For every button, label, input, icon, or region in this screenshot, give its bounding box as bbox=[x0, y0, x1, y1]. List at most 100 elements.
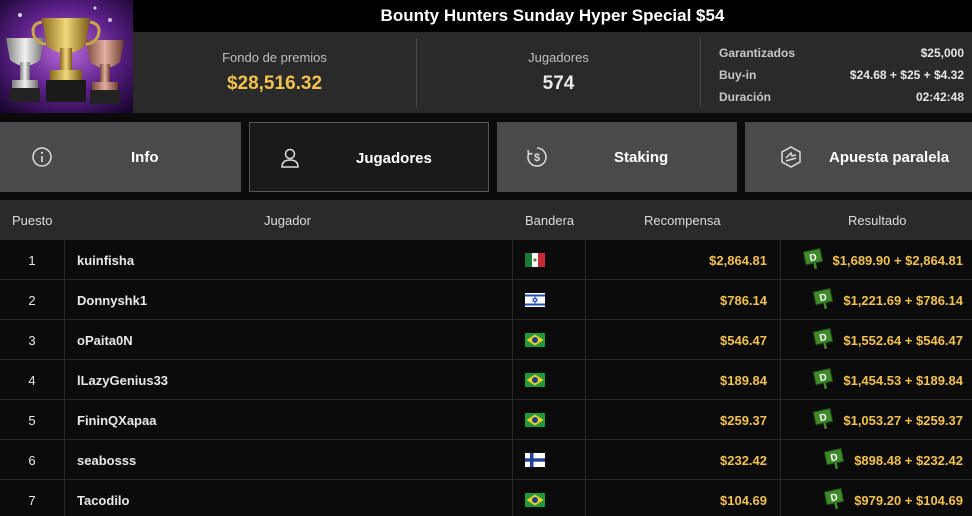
position-cell: 4 bbox=[28, 372, 36, 388]
detail-row-buyin: Buy-in $24.68 + $25 + $4.32 bbox=[719, 64, 964, 86]
tab-players[interactable]: Jugadores bbox=[249, 122, 489, 192]
result-value: $1,454.53 + $189.84 bbox=[843, 372, 963, 388]
tab-staking[interactable]: $ Staking bbox=[497, 122, 737, 192]
result-cell: D $1,454.53 + $189.84 bbox=[780, 360, 963, 400]
bounty-badge-icon: D bbox=[823, 487, 846, 513]
reward-value: $104.69 bbox=[720, 492, 767, 508]
players-value: 574 bbox=[542, 73, 575, 94]
result-cell: D $1,221.69 + $786.14 bbox=[780, 280, 963, 320]
cell-divider bbox=[64, 280, 65, 320]
tab-info[interactable]: Info bbox=[0, 122, 241, 192]
column-header-position: Puesto bbox=[12, 213, 53, 228]
cell-divider bbox=[64, 480, 65, 516]
tab-label: Apuesta paralela bbox=[829, 148, 950, 166]
brazil-flag bbox=[525, 320, 545, 360]
finland-flag bbox=[525, 440, 545, 480]
prize-pool-label: Fondo de premios bbox=[222, 50, 327, 65]
israel-flag bbox=[525, 280, 545, 320]
column-header-player: Jugador bbox=[264, 213, 311, 228]
result-value: $1,053.27 + $259.37 bbox=[843, 412, 963, 428]
bounty-badge-icon: D bbox=[813, 287, 835, 313]
cell-divider bbox=[512, 240, 513, 280]
player-name[interactable]: kuinfisha bbox=[77, 240, 134, 280]
result-cell: D $1,053.27 + $259.37 bbox=[780, 400, 963, 440]
detail-label: Buy-in bbox=[719, 68, 757, 82]
brazil-flag bbox=[525, 480, 545, 516]
position-cell: 1 bbox=[28, 252, 36, 268]
cell-divider bbox=[512, 280, 513, 320]
tournament-title: Bounty Hunters Sunday Hyper Special $54 bbox=[133, 0, 972, 32]
position-cell: 3 bbox=[28, 332, 36, 348]
table-row[interactable]: 4 lLazyGenius33 $189.84 D $1,454.53 + $1… bbox=[0, 360, 972, 400]
detail-label: Duración bbox=[719, 90, 772, 104]
column-header-reward: Recompensa bbox=[644, 213, 721, 228]
cell-divider bbox=[64, 440, 65, 480]
tab-label: Staking bbox=[614, 148, 669, 166]
cell-divider bbox=[512, 480, 513, 516]
result-value: $1,689.90 + $2,864.81 bbox=[832, 252, 963, 268]
detail-row-duration: Duración 02:42:48 bbox=[719, 86, 964, 108]
detail-row-guaranteed: Garantizados $25,000 bbox=[719, 42, 964, 64]
reward-value: $232.42 bbox=[720, 452, 767, 468]
trophies-image bbox=[0, 0, 133, 113]
table-row[interactable]: 5 FininQXapaa $259.37 D $1,053.27 + $259… bbox=[0, 400, 972, 440]
svg-text:$: $ bbox=[534, 152, 540, 164]
result-cell: D $1,689.90 + $2,864.81 bbox=[780, 240, 963, 280]
bounty-badge-icon: D bbox=[802, 247, 825, 273]
result-value: $1,552.64 + $546.47 bbox=[843, 332, 963, 348]
cell-divider bbox=[512, 400, 513, 440]
table-row[interactable]: 2 Donnyshk1 $786.14 D $1,221.69 + $786.1… bbox=[0, 280, 972, 320]
players-stat: Jugadores 574 bbox=[417, 32, 700, 113]
side-bet-icon bbox=[781, 146, 801, 168]
tab-label: Jugadores bbox=[356, 149, 432, 167]
table-row[interactable]: 3 oPaita0N $546.47 D $1,552.64 + $546.47 bbox=[0, 320, 972, 360]
player-name[interactable]: Tacodilo bbox=[77, 480, 129, 516]
position-cell: 2 bbox=[28, 292, 36, 308]
column-header-result: Resultado bbox=[848, 213, 907, 228]
tab-label: Info bbox=[131, 148, 159, 166]
bounty-badge-icon: D bbox=[813, 407, 835, 433]
bounty-badge-icon: D bbox=[813, 327, 835, 353]
brazil-flag bbox=[525, 360, 545, 400]
detail-value: 02:42:48 bbox=[915, 90, 964, 104]
player-name[interactable]: Donnyshk1 bbox=[77, 280, 147, 320]
table-row[interactable]: 7 Tacodilo $104.69 D $979.20 + $104.69 bbox=[0, 480, 972, 516]
player-name[interactable]: FininQXapaa bbox=[77, 400, 156, 440]
reward-value: $189.84 bbox=[720, 372, 767, 388]
result-cell: D $898.48 + $232.42 bbox=[780, 440, 963, 480]
player-name[interactable]: seabosss bbox=[77, 440, 136, 480]
detail-value: $24.68 + $25 + $4.32 bbox=[849, 68, 964, 82]
table-row[interactable]: 1 kuinfisha $2,864.81 D $1,689.90 + $2,8… bbox=[0, 240, 972, 280]
cell-divider bbox=[64, 240, 65, 280]
table-header: Puesto Jugador Bandera Recompensa Result… bbox=[0, 200, 972, 240]
brazil-flag bbox=[525, 400, 545, 440]
cell-divider bbox=[512, 320, 513, 360]
column-header-flag: Bandera bbox=[525, 213, 575, 228]
reward-value: $2,864.81 bbox=[709, 252, 767, 268]
cell-divider bbox=[64, 400, 65, 440]
player-name[interactable]: lLazyGenius33 bbox=[77, 360, 168, 400]
result-value: $1,221.69 + $786.14 bbox=[843, 292, 963, 308]
stats-bar: Fondo de premios $28,516.32 Jugadores 57… bbox=[133, 32, 972, 113]
detail-value: $25,000 bbox=[920, 46, 964, 60]
tournament-thumbnail bbox=[0, 0, 133, 113]
tab-side-bet[interactable]: Apuesta paralela bbox=[745, 122, 972, 192]
reward-value: $786.14 bbox=[720, 292, 767, 308]
result-value: $979.20 + $104.69 bbox=[854, 492, 963, 508]
tab-bar: Info Jugadores $ Staking Apuesta paralel… bbox=[0, 122, 972, 192]
position-cell: 6 bbox=[28, 452, 36, 468]
table-row[interactable]: 6 seabosss $232.42 D $898.48 + $232.42 bbox=[0, 440, 972, 480]
cell-divider bbox=[64, 320, 65, 360]
position-cell: 7 bbox=[28, 492, 36, 508]
tournament-details: Garantizados $25,000 Buy-in $24.68 + $25… bbox=[701, 32, 972, 113]
prize-pool-value: $28,516.32 bbox=[226, 73, 323, 94]
position-cell: 5 bbox=[28, 412, 36, 428]
user-icon bbox=[281, 148, 299, 168]
result-cell: D $1,552.64 + $546.47 bbox=[780, 320, 963, 360]
players-table: 1 kuinfisha $2,864.81 D $1,689.90 + $2,8… bbox=[0, 240, 972, 516]
result-cell: D $979.20 + $104.69 bbox=[780, 480, 963, 516]
cell-divider bbox=[512, 440, 513, 480]
bounty-badge-icon: D bbox=[813, 367, 835, 393]
prize-pool-stat: Fondo de premios $28,516.32 bbox=[133, 32, 416, 113]
player-name[interactable]: oPaita0N bbox=[77, 320, 133, 360]
